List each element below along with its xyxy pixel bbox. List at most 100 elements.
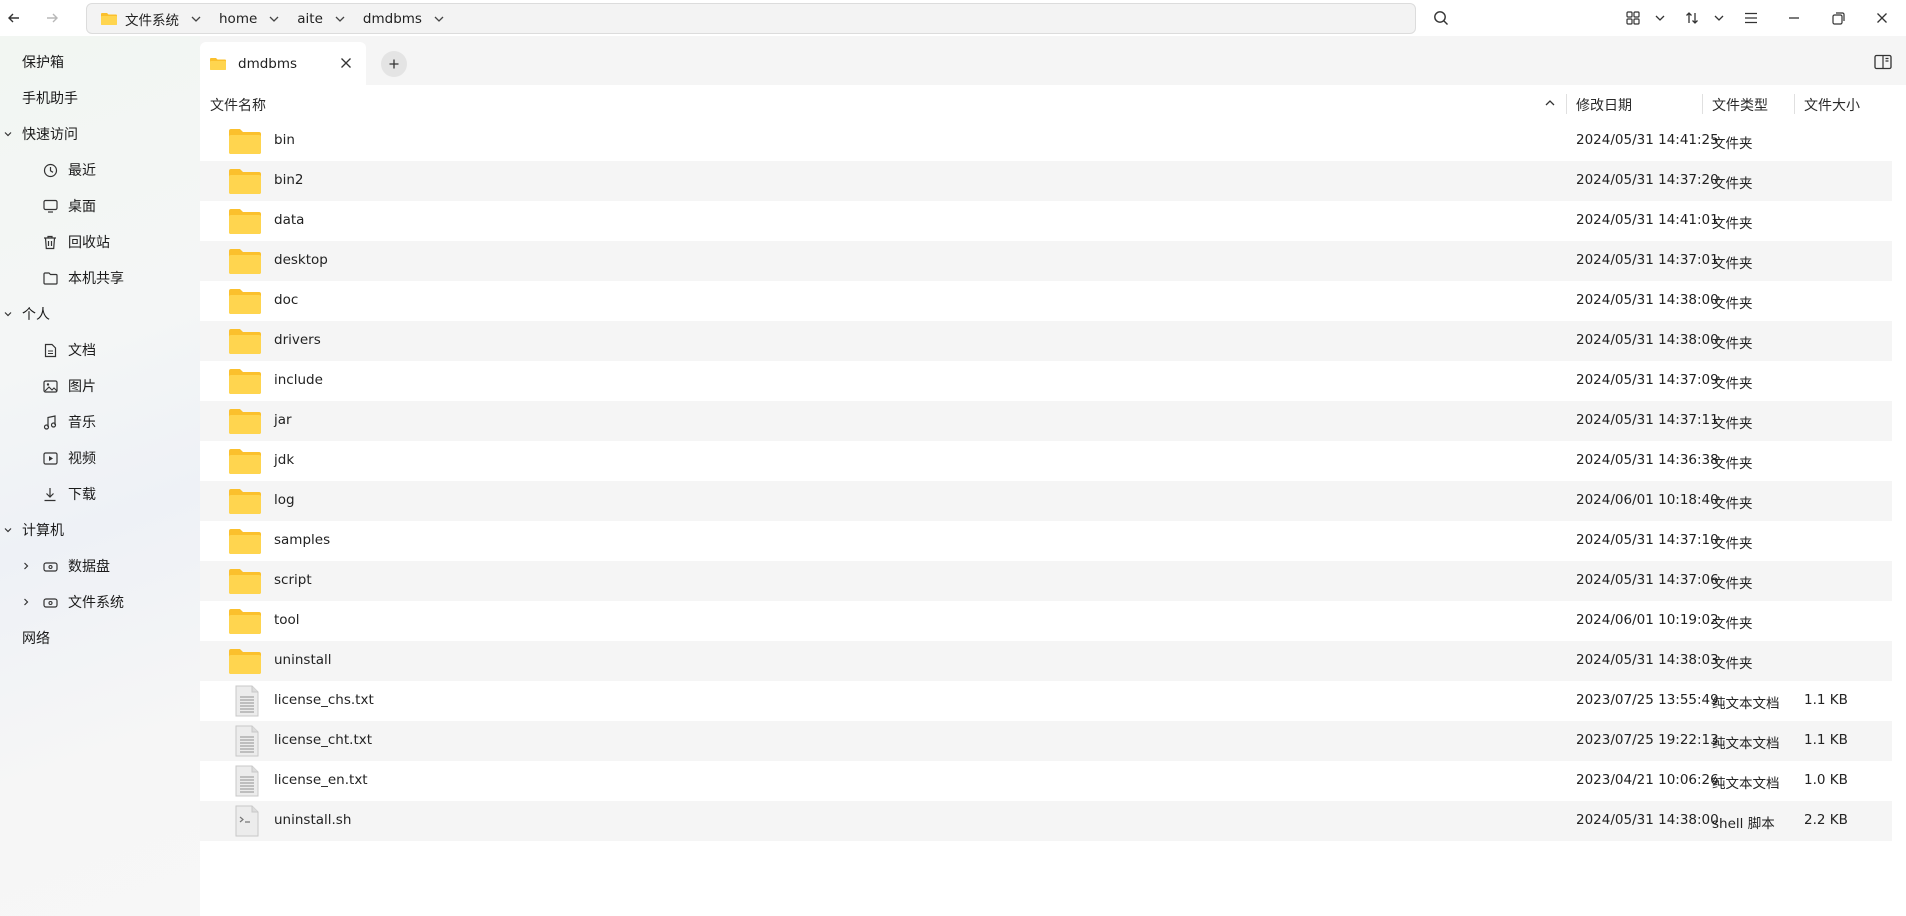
sort-button[interactable] bbox=[1680, 4, 1730, 32]
folder-outline-icon bbox=[42, 270, 58, 286]
chevron-down-icon[interactable] bbox=[333, 12, 347, 26]
sidebar-item-filesystem[interactable]: 文件系统 bbox=[0, 586, 200, 618]
music-note-icon bbox=[42, 414, 58, 430]
chevron-down-icon[interactable] bbox=[2, 308, 14, 320]
folder-icon bbox=[229, 529, 261, 554]
file-modified-date: 2023/07/25 13:55:49 bbox=[1576, 692, 1719, 708]
sort-ascending-icon[interactable] bbox=[1544, 98, 1556, 108]
close-icon[interactable] bbox=[338, 55, 354, 71]
back-button[interactable] bbox=[0, 4, 28, 32]
detail-panel-icon[interactable] bbox=[1874, 54, 1892, 70]
chevron-right-icon[interactable] bbox=[20, 596, 32, 608]
file-row[interactable]: script 2024/05/31 14:37:06 文件夹 bbox=[200, 561, 1892, 601]
menu-button[interactable] bbox=[1736, 4, 1766, 32]
file-type: shell 脚本 bbox=[1712, 816, 1775, 832]
chevron-down-icon[interactable] bbox=[432, 12, 446, 26]
column-header-type[interactable]: 文件类型 bbox=[1712, 95, 1768, 115]
file-row[interactable]: desktop 2024/05/31 14:37:01 文件夹 bbox=[200, 241, 1892, 281]
file-row[interactable]: bin 2024/05/31 14:41:25 文件夹 bbox=[200, 121, 1892, 161]
sidebar-item-recent[interactable]: 最近 bbox=[0, 154, 200, 186]
chevron-down-icon[interactable] bbox=[2, 128, 14, 140]
close-window-button[interactable] bbox=[1868, 4, 1896, 32]
forward-button[interactable] bbox=[38, 4, 66, 32]
view-mode-button[interactable] bbox=[1620, 4, 1672, 32]
file-row[interactable]: doc 2024/05/31 14:38:00 文件夹 bbox=[200, 281, 1892, 321]
sidebar-group-personal[interactable]: 个人 bbox=[0, 298, 200, 330]
sidebar: 保护箱 手机助手 快速访问 最近 桌面 回收站 本机共享 个人 文档 图片 音乐… bbox=[0, 36, 200, 916]
sidebar-item-pictures[interactable]: 图片 bbox=[0, 370, 200, 402]
folder-icon bbox=[101, 13, 117, 25]
folder-icon bbox=[229, 449, 261, 474]
search-button[interactable] bbox=[1427, 4, 1455, 32]
file-row[interactable]: uninstall.sh 2024/05/31 14:38:00 shell 脚本 2… bbox=[200, 801, 1892, 841]
chevron-down-icon[interactable] bbox=[267, 12, 281, 26]
column-header-size[interactable]: 文件大小 bbox=[1804, 95, 1860, 115]
file-row[interactable]: bin2 2024/05/31 14:37:20 文件夹 bbox=[200, 161, 1892, 201]
sidebar-item-videos[interactable]: 视频 bbox=[0, 442, 200, 474]
file-row[interactable]: drivers 2024/05/31 14:38:00 文件夹 bbox=[200, 321, 1892, 361]
file-row[interactable]: jdk 2024/05/31 14:36:38 文件夹 bbox=[200, 441, 1892, 481]
file-size: 1.1 KB bbox=[1804, 732, 1848, 748]
file-row[interactable]: uninstall 2024/05/31 14:38:03 文件夹 bbox=[200, 641, 1892, 681]
sidebar-item-phone-assistant[interactable]: 手机助手 bbox=[0, 82, 200, 114]
file-row[interactable]: license_chs.txt 2023/07/25 13:55:49 纯文本文档 1… bbox=[200, 681, 1892, 721]
sidebar-item-documents[interactable]: 文档 bbox=[0, 334, 200, 366]
breadcrumb-dmdbms[interactable]: dmdbms bbox=[355, 4, 454, 33]
file-row[interactable]: include 2024/05/31 14:37:09 文件夹 bbox=[200, 361, 1892, 401]
sidebar-item-desktop[interactable]: 桌面 bbox=[0, 190, 200, 222]
file-row[interactable]: data 2024/05/31 14:41:01 文件夹 bbox=[200, 201, 1892, 241]
column-header-name[interactable]: 文件名称 bbox=[210, 95, 266, 115]
file-type: 文件夹 bbox=[1712, 216, 1753, 232]
file-row[interactable]: jar 2024/05/31 14:37:11 文件夹 bbox=[200, 401, 1892, 441]
file-row[interactable]: license_en.txt 2023/04/21 10:06:26 纯文本文档 1.… bbox=[200, 761, 1892, 801]
column-divider[interactable] bbox=[1566, 94, 1567, 114]
column-divider[interactable] bbox=[1794, 94, 1795, 114]
sidebar-item-label: 音乐 bbox=[68, 415, 96, 431]
breadcrumb-filesystem[interactable]: 文件系统 bbox=[93, 4, 211, 33]
chevron-down-icon[interactable] bbox=[189, 12, 203, 26]
file-type: 文件夹 bbox=[1712, 136, 1753, 152]
address-bar[interactable]: 文件系统 home aite dmdbms bbox=[86, 3, 1416, 34]
minimize-button[interactable] bbox=[1780, 4, 1808, 32]
column-header-date[interactable]: 修改日期 bbox=[1576, 95, 1632, 115]
arrow-left-icon bbox=[8, 13, 19, 23]
sidebar-item-downloads[interactable]: 下载 bbox=[0, 478, 200, 510]
sidebar-item-network[interactable]: 网络 bbox=[0, 622, 200, 654]
sidebar-item-music[interactable]: 音乐 bbox=[0, 406, 200, 438]
column-divider[interactable] bbox=[1702, 94, 1703, 114]
file-modified-date: 2024/05/31 14:37:11 bbox=[1576, 412, 1719, 428]
new-tab-button[interactable] bbox=[381, 51, 407, 77]
tab-dmdbms[interactable]: dmdbms bbox=[200, 42, 366, 85]
file-modified-date: 2024/05/31 14:36:38 bbox=[1576, 452, 1719, 468]
chevron-right-icon[interactable] bbox=[20, 560, 32, 572]
breadcrumb-home[interactable]: home bbox=[211, 4, 289, 33]
sidebar-item-label: 网络 bbox=[22, 631, 50, 647]
file-row[interactable]: log 2024/06/01 10:18:40 文件夹 bbox=[200, 481, 1892, 521]
shell-script-icon bbox=[235, 805, 259, 837]
file-row[interactable]: tool 2024/06/01 10:19:02 文件夹 bbox=[200, 601, 1892, 641]
chevron-down-icon[interactable] bbox=[2, 524, 14, 536]
sidebar-item-trash[interactable]: 回收站 bbox=[0, 226, 200, 258]
sidebar-group-computer[interactable]: 计算机 bbox=[0, 514, 200, 546]
file-modified-date: 2024/05/31 14:37:06 bbox=[1576, 572, 1719, 588]
sidebar-group-quick-access[interactable]: 快速访问 bbox=[0, 118, 200, 150]
sidebar-item-vault[interactable]: 保护箱 bbox=[0, 46, 200, 78]
file-type: 纯文本文档 bbox=[1712, 696, 1780, 712]
sidebar-item-local-share[interactable]: 本机共享 bbox=[0, 262, 200, 294]
sidebar-item-label: 回收站 bbox=[68, 235, 110, 251]
breadcrumb-label: 文件系统 bbox=[125, 12, 179, 29]
breadcrumb-aite[interactable]: aite bbox=[289, 4, 355, 33]
search-icon bbox=[1434, 11, 1448, 25]
file-name: license_chs.txt bbox=[274, 692, 374, 708]
file-row[interactable]: samples 2024/05/31 14:37:10 文件夹 bbox=[200, 521, 1892, 561]
download-icon bbox=[42, 486, 58, 502]
file-type: 文件夹 bbox=[1712, 576, 1753, 592]
file-row[interactable]: license_cht.txt 2023/07/25 19:22:13 纯文本文档 1… bbox=[200, 721, 1892, 761]
scrollbar-track[interactable] bbox=[1892, 121, 1906, 916]
breadcrumb-label: dmdbms bbox=[362, 10, 422, 27]
file-type: 纯文本文档 bbox=[1712, 736, 1780, 752]
file-type: 文件夹 bbox=[1712, 456, 1753, 472]
restore-button[interactable] bbox=[1824, 4, 1852, 32]
grid-view-icon bbox=[1626, 11, 1640, 25]
sidebar-item-data-disk[interactable]: 数据盘 bbox=[0, 550, 200, 582]
